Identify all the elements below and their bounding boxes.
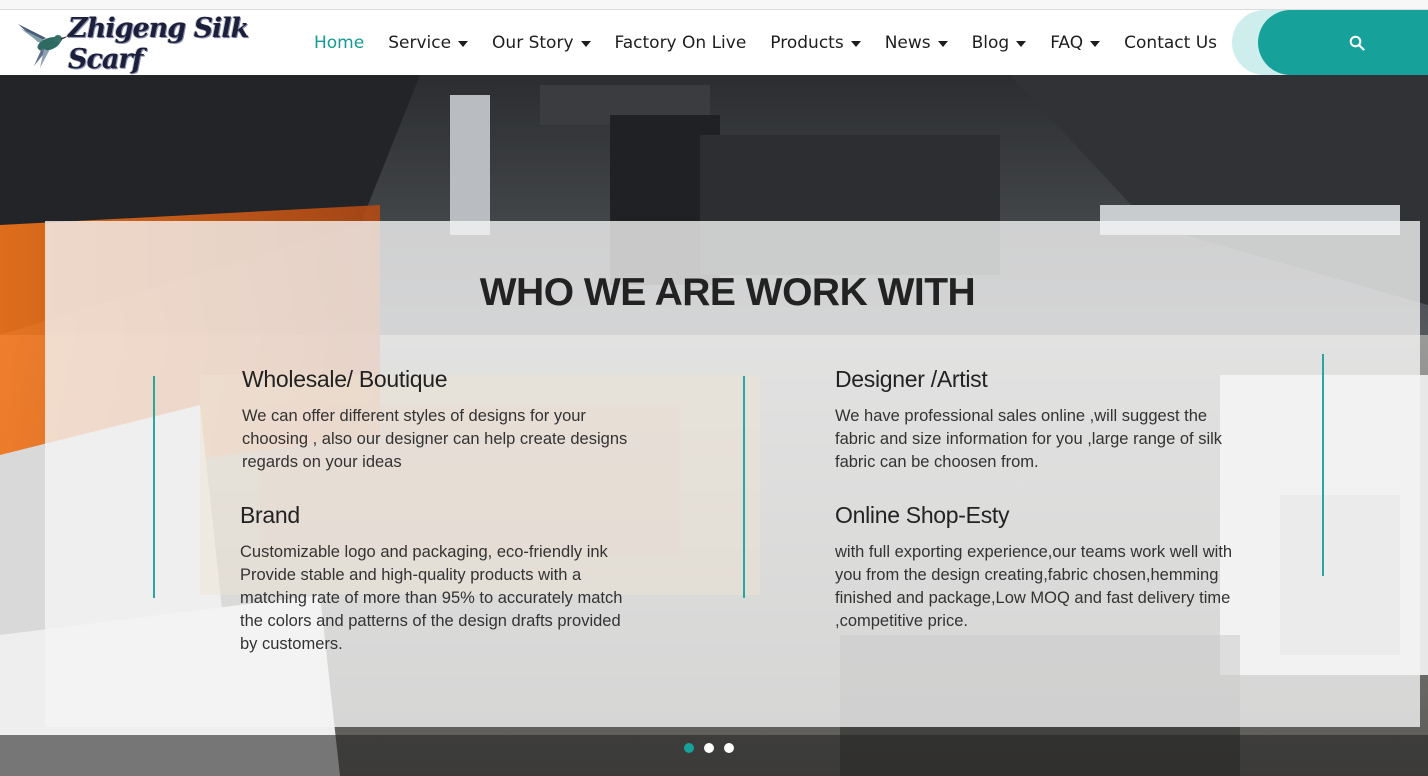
divider-right (1322, 354, 1324, 576)
card-heading: Designer /Artist (835, 366, 988, 392)
card-heading: Brand (240, 502, 300, 528)
caret-down-icon (580, 40, 591, 47)
caret-down-icon (1016, 40, 1027, 47)
card-text: with full exporting experience,our teams… (835, 543, 1233, 630)
nav-label: Blog (971, 32, 1010, 53)
hero-slider: WHO WE ARE WORK WITH Wholesale/ Boutique… (0, 75, 1428, 776)
nav-factory-on-live[interactable]: Factory On Live (603, 10, 759, 75)
top-border (0, 0, 1428, 10)
search-button[interactable] (1340, 31, 1374, 55)
section-title: WHO WE ARE WORK WITH (479, 271, 976, 314)
card-text: Customizable logo and packaging, eco-fri… (240, 543, 623, 653)
slider-pagination (684, 743, 734, 753)
nav-label: News (884, 32, 931, 53)
nav-label: Contact Us (1124, 32, 1218, 53)
card-text: We have professional sales online ,will … (835, 407, 1223, 471)
card-online-shop: Online Shop-Esty with full exporting exp… (835, 502, 1235, 633)
logo[interactable]: Zhigeng Silk Scarf (16, 13, 278, 75)
card-heading: Online Shop-Esty (835, 502, 1010, 528)
nav-label: Home (314, 32, 365, 53)
caret-down-icon (937, 40, 948, 47)
card-designer-artist: Designer /Artist We have professional sa… (835, 366, 1235, 474)
nav-service[interactable]: Service (376, 10, 480, 75)
site-header: Zhigeng Silk Scarf Home Service Our Stor… (0, 10, 1428, 75)
slider-dot-2[interactable] (704, 743, 714, 753)
nav-label: Factory On Live (614, 32, 747, 53)
nav-label: Our Story (492, 32, 574, 53)
info-panel: WHO WE ARE WORK WITH Wholesale/ Boutique… (45, 221, 1420, 727)
card-text: We can offer different styles of designs… (242, 407, 628, 471)
nav-label: Products (770, 32, 844, 53)
nav-blog[interactable]: Blog (960, 10, 1039, 75)
logo-text: Zhigeng Silk Scarf (68, 13, 249, 75)
caret-down-icon (850, 40, 861, 47)
slider-dot-1[interactable] (684, 743, 694, 753)
hummingbird-icon (18, 24, 71, 68)
card-brand: Brand Customizable logo and packaging, e… (240, 502, 640, 656)
nav-home[interactable]: Home (302, 10, 376, 75)
divider-center (743, 376, 745, 598)
main-nav: Home Service Our Story Factory On Live P… (302, 10, 1229, 75)
search-icon (1349, 35, 1365, 51)
caret-down-icon (1090, 40, 1101, 47)
search-band (1232, 10, 1428, 75)
nav-news[interactable]: News (873, 10, 960, 75)
nav-products[interactable]: Products (758, 10, 872, 75)
divider-left (153, 376, 155, 598)
card-wholesale-boutique: Wholesale/ Boutique We can offer differe… (242, 366, 642, 474)
nav-label: Service (388, 32, 452, 53)
caret-down-icon (458, 40, 469, 47)
nav-faq[interactable]: FAQ (1038, 10, 1112, 75)
slider-dot-3[interactable] (724, 743, 734, 753)
nav-our-story[interactable]: Our Story (480, 10, 602, 75)
card-heading: Wholesale/ Boutique (242, 366, 448, 392)
nav-label: FAQ (1050, 32, 1084, 53)
nav-contact-us[interactable]: Contact Us (1112, 10, 1229, 75)
